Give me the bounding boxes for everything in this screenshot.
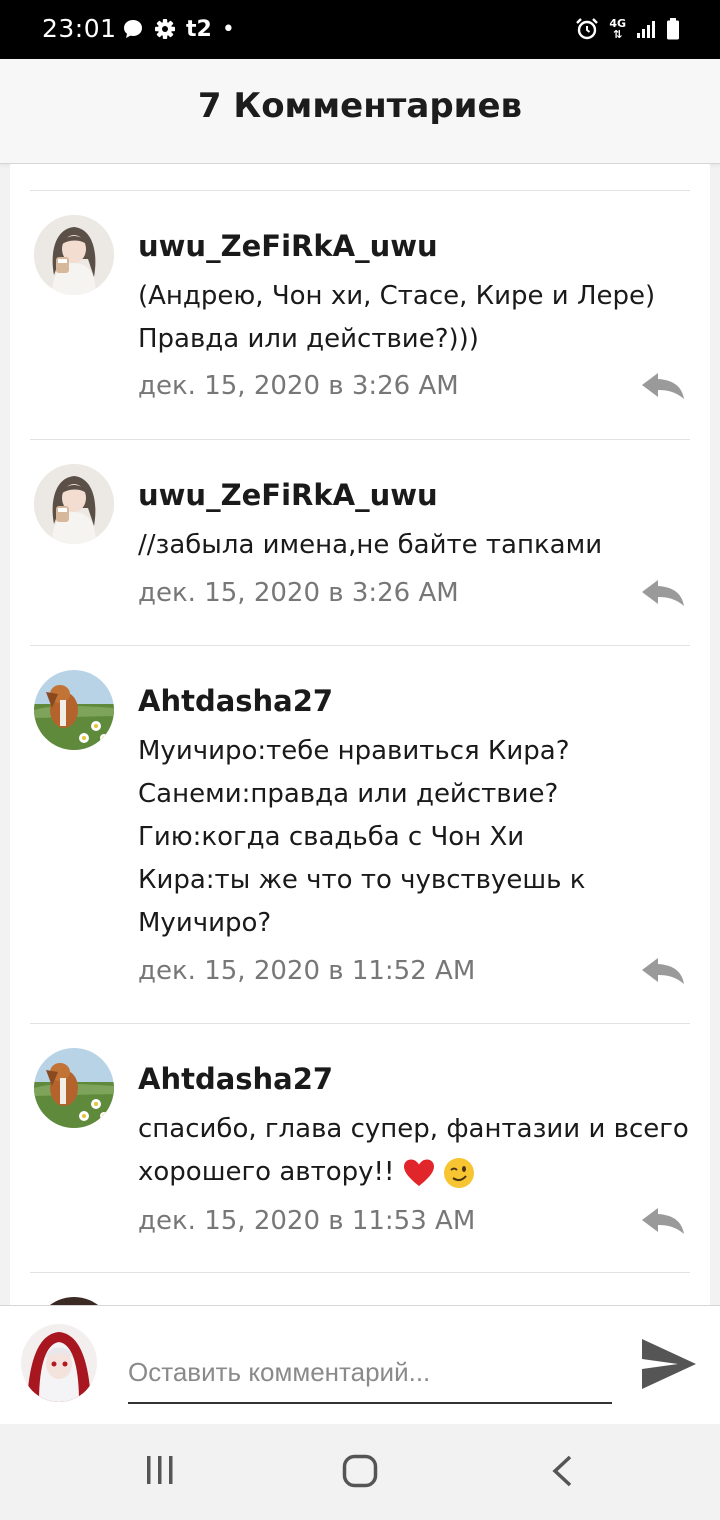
system-navigation-bar [0,1424,720,1520]
comment-item: uwu_ZeFiRkA_uwu (Андрею, Чон хи, Стасе, … [10,191,710,440]
settings-gear-icon [155,19,175,39]
status-bar: 23:01 t2 • 4G ⇅ [0,0,720,59]
comment-item: uwu_ZeFiRkA_uwu //забыла имена,не байте … [10,440,710,646]
user-avatar[interactable] [34,1048,114,1128]
anime-girl-avatar-icon [34,215,114,295]
winking-face-emoji-icon [443,1157,474,1188]
anime-character-avatar-icon [21,1324,97,1402]
back-icon[interactable] [550,1454,574,1488]
reply-icon[interactable] [640,1206,686,1236]
message-icon [124,20,142,38]
comment-username[interactable]: uwu_ZeFiRkA_uwu [138,478,438,512]
comment-item: Ahtdasha27 спасибо, глава супер, фантази… [10,1024,710,1273]
comment-date: дек. 15, 2020 в 3:26 AM [138,578,459,608]
reply-icon[interactable] [640,956,686,986]
comment-date: дек. 15, 2020 в 11:52 AM [138,956,476,986]
red-heart-emoji-icon [403,1159,434,1186]
comment-date: дек. 15, 2020 в 3:26 AM [138,371,459,401]
reply-icon[interactable] [640,578,686,608]
user-avatar[interactable] [34,1297,114,1305]
comment-composer [0,1305,720,1425]
dog-photo-avatar-icon [34,1048,114,1128]
alarm-icon [576,18,599,40]
reply-icon[interactable] [640,371,686,401]
notification-dot: • [221,16,235,42]
status-time: 23:01 [42,14,117,43]
send-icon[interactable] [640,1337,698,1391]
comments-list[interactable]: uwu_ZeFiRkA_uwu (Андрею, Чон хи, Стасе, … [10,164,710,1305]
user-avatar[interactable] [34,670,114,750]
comment-username[interactable]: uwu_ZeFiRkA_uwu [138,229,438,263]
signal-strength-icon [637,21,655,38]
carrier-label: t2 [186,16,212,42]
recent-apps-icon[interactable] [144,1454,176,1486]
user-avatar[interactable] [34,215,114,295]
comment-username[interactable]: Ahtdasha27 [138,684,333,718]
comment-text: Муичиро:тебе нравиться Кира? Санеми:прав… [138,736,586,938]
comment-date: дек. 15, 2020 в 11:53 AM [138,1206,476,1236]
comments-header: 7 Комментариев [0,59,720,164]
home-icon[interactable] [342,1454,378,1488]
divider [30,1272,690,1273]
comment-item: Ahtdasha27 Муичиро:тебе нравиться Кира? … [10,646,710,1024]
network-type-indicator: 4G ⇅ [609,17,626,41]
comment-input[interactable] [128,1342,612,1404]
current-user-avatar [21,1324,97,1402]
dog-photo-avatar-icon [34,670,114,750]
comment-text: спасибо, глава супер, фантазии и всего х… [138,1114,689,1188]
comment-text: (Андрею, Чон хи, Стасе, Кире и Лере) Пра… [138,281,656,354]
battery-icon [667,18,679,40]
comment-username[interactable]: Ahtdasha27 [138,1062,333,1096]
page-title: 7 Комментариев [197,86,523,126]
comment-text: //забыла имена,не байте тапками [138,530,603,560]
user-avatar[interactable] [34,464,114,544]
anime-girl-avatar-icon [34,464,114,544]
